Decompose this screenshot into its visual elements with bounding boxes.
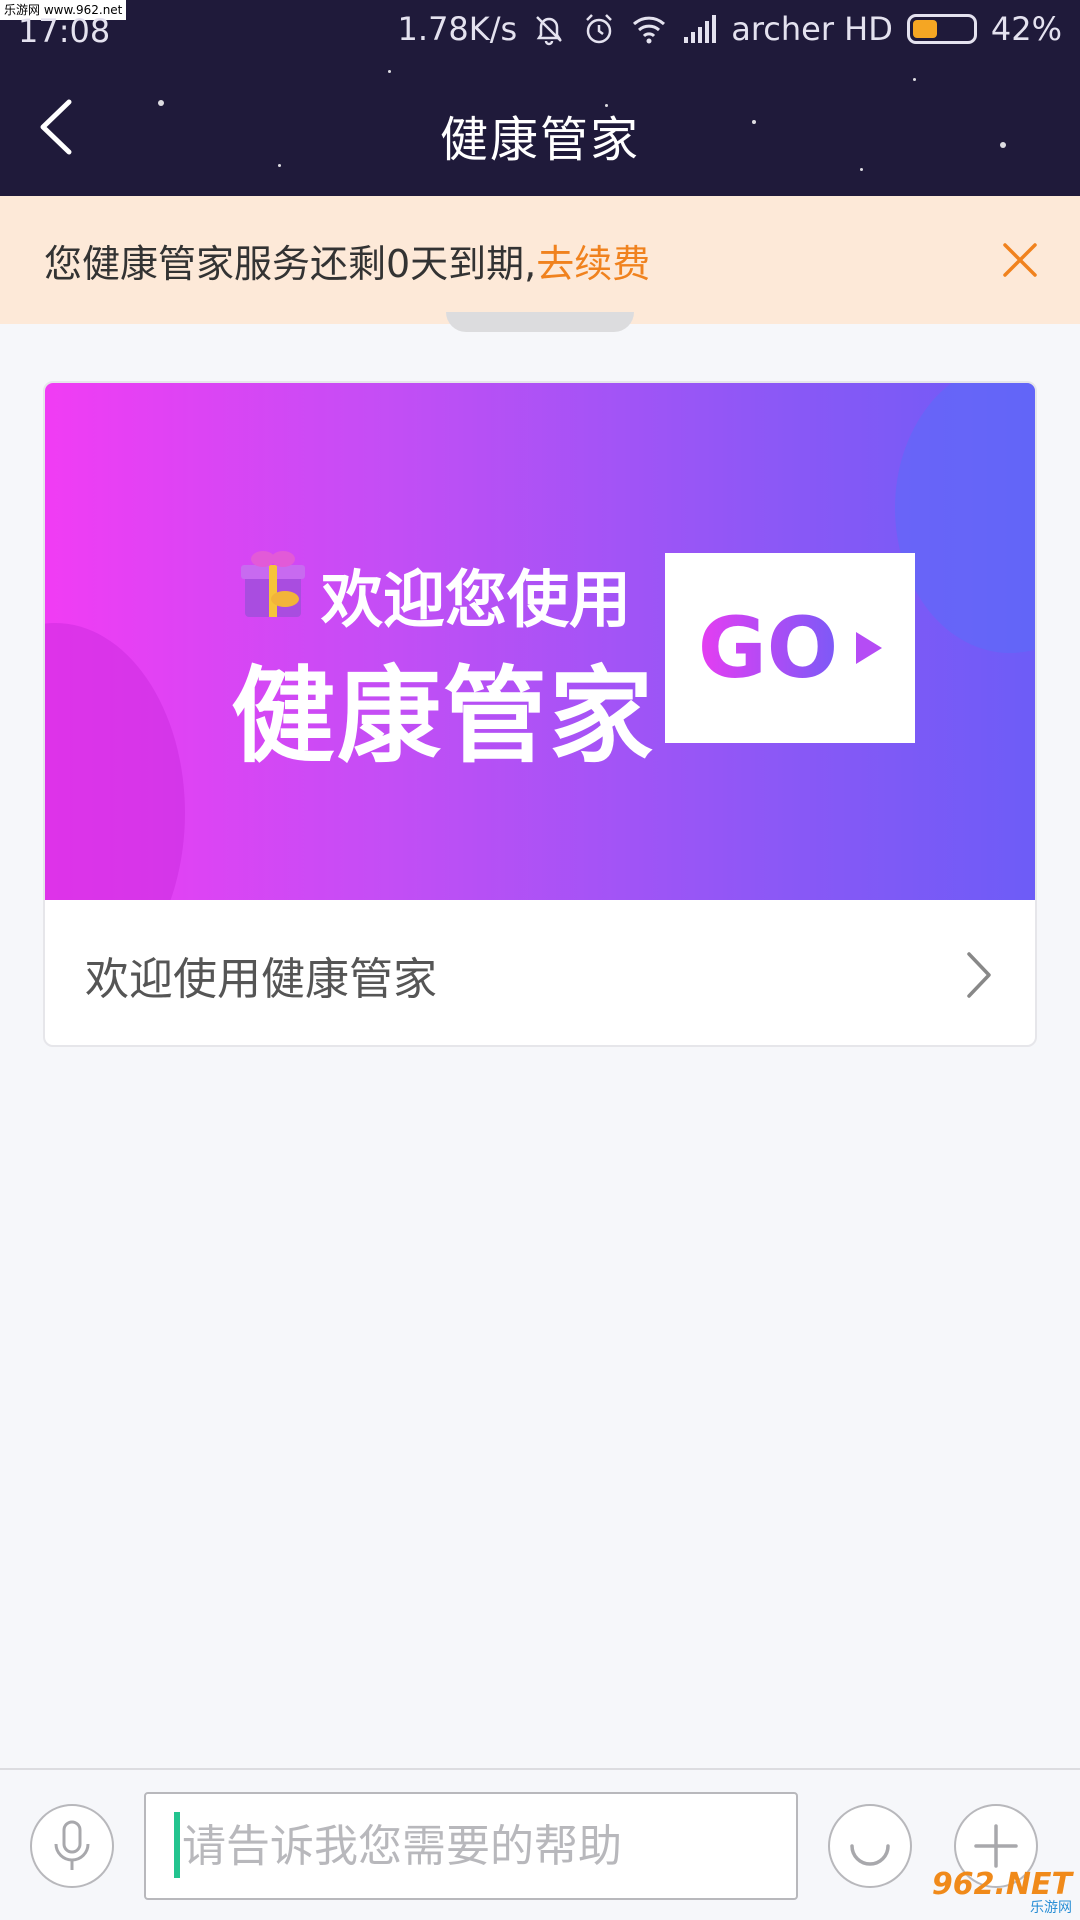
microphone-icon xyxy=(54,1820,90,1870)
status-icons: 1.78K/s archer HD 42% xyxy=(398,10,1062,48)
notice-close-button[interactable] xyxy=(990,230,1050,290)
play-arrow-icon xyxy=(856,632,883,664)
banner-decoration xyxy=(45,623,185,900)
site-logo-watermark: 962.NET 乐游网 xyxy=(932,1864,1080,1920)
banner-title: 健康管家 xyxy=(231,655,656,777)
renew-link[interactable]: 去续费 xyxy=(536,233,650,288)
battery-icon xyxy=(906,14,977,44)
pull-tab xyxy=(446,312,634,332)
carrier-label: archer HD xyxy=(731,10,893,48)
emoji-button[interactable] xyxy=(828,1804,912,1888)
message-input[interactable] xyxy=(144,1792,798,1900)
welcome-card[interactable]: 欢迎您使用 健康管家 GO 欢迎使用健康管家 xyxy=(43,381,1037,1047)
battery-percent: 42% xyxy=(990,10,1062,48)
banner-headline: 欢迎您使用 xyxy=(321,563,632,636)
card-footer[interactable]: 欢迎使用健康管家 xyxy=(45,900,1035,1045)
plus-icon xyxy=(974,1824,1018,1868)
title-bar: 健康管家 xyxy=(0,62,1080,196)
voice-button[interactable] xyxy=(30,1804,114,1888)
notice-text: 您健康管家服务还剩0天到期, xyxy=(44,241,537,286)
status-bar: 17:08 1.78K/s archer HD 42% xyxy=(0,0,1080,62)
screen: 乐游网 www.962.net 17:08 1.78K/s archer HD … xyxy=(0,0,1080,1920)
smile-icon xyxy=(850,1844,890,1866)
card-title: 欢迎使用健康管家 xyxy=(85,953,437,1005)
welcome-banner[interactable]: 欢迎您使用 健康管家 GO xyxy=(45,383,1035,900)
text-caret xyxy=(174,1812,180,1878)
network-speed: 1.78K/s xyxy=(397,10,518,48)
header: 乐游网 www.962.net 17:08 1.78K/s archer HD … xyxy=(0,0,1080,196)
status-time: 17:08 xyxy=(18,12,111,50)
banner-decoration xyxy=(895,383,1035,653)
wifi-icon xyxy=(633,16,666,44)
alarm-icon xyxy=(586,14,613,44)
mute-icon xyxy=(536,16,563,46)
renewal-notice: 您健康管家服务还剩0天到期, 去续费 xyxy=(0,196,1080,324)
go-label: GO xyxy=(697,599,839,697)
logo-sub: 乐游网 xyxy=(1030,1900,1072,1916)
go-button[interactable]: GO xyxy=(665,553,915,743)
page-title: 健康管家 xyxy=(439,112,640,168)
gift-icon xyxy=(241,551,305,617)
close-icon xyxy=(1003,243,1037,277)
signal-icon xyxy=(684,15,717,43)
battery-fill xyxy=(912,20,937,38)
logo-main: 962.NET xyxy=(931,1867,1072,1902)
chevron-right-icon xyxy=(967,952,991,998)
input-bar: 962.NET 乐游网 xyxy=(0,1768,1080,1920)
